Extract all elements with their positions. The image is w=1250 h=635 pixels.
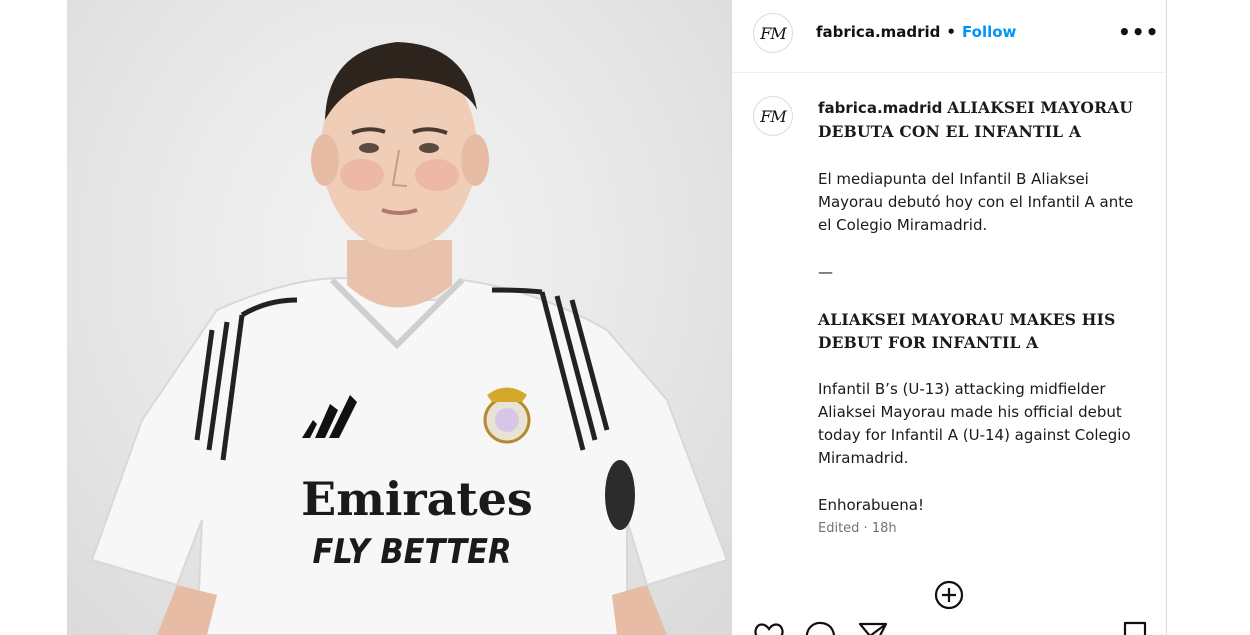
post-image[interactable]: Emirates FLY BETTER	[67, 0, 731, 635]
profile-avatar[interactable]: FM	[753, 13, 793, 53]
caption-body-en: Infantil B’s (U-13) attacking midfielder…	[818, 380, 1131, 467]
header-user-line: fabrica.madrid • Follow	[816, 22, 1016, 42]
caption-avatar[interactable]: FM	[753, 96, 793, 136]
avatar-logo: FM	[760, 23, 787, 43]
caption-title-en: ALIAKSEI MAYORAU MAKES HIS DEBUT FOR INF…	[818, 310, 1116, 352]
post-meta-time: Edited · 18h	[818, 521, 897, 536]
caption-closing: Enhorabuena!	[818, 496, 924, 514]
shirt-sponsor-line1: Emirates	[301, 472, 533, 526]
avatar-logo: FM	[760, 106, 787, 126]
follow-button[interactable]: Follow	[962, 23, 1016, 41]
post-side-panel: FM fabrica.madrid • Follow ••• FM fabrica.…	[731, 0, 1167, 635]
post-header: FM fabrica.madrid • Follow •••	[732, 0, 1166, 73]
send-icon[interactable]	[856, 619, 890, 635]
bookmark-icon[interactable]	[1118, 619, 1152, 635]
post-action-bar	[732, 616, 1166, 635]
post-caption: fabrica.madrid ALIAKSEI MAYORAU DEBUTA C…	[818, 96, 1138, 540]
player-photo: Emirates FLY BETTER	[90, 42, 729, 635]
caption-username[interactable]: fabrica.madrid	[818, 99, 942, 117]
caption-divider: —	[818, 263, 833, 281]
shirt-sponsor-line2: FLY BETTER	[312, 532, 511, 572]
comment-icon[interactable]	[804, 619, 838, 635]
caption-body-es: El mediapunta del Infantil B Aliaksei Ma…	[818, 170, 1134, 234]
header-username[interactable]: fabrica.madrid	[816, 23, 940, 41]
heart-icon[interactable]	[752, 619, 786, 635]
plus-circle-icon[interactable]	[934, 580, 964, 610]
more-options-icon[interactable]: •••	[1118, 22, 1158, 44]
separator-dot: •	[946, 23, 956, 41]
